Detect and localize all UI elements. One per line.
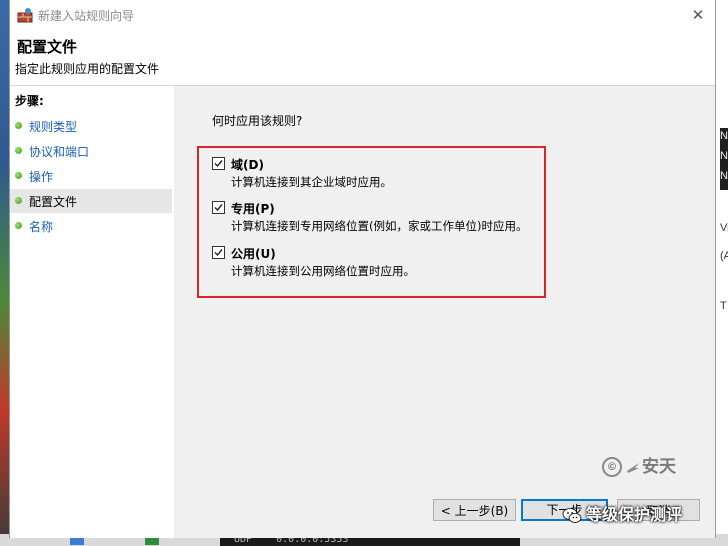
option-label: 专用(P) bbox=[231, 202, 275, 216]
background-glyph: T bbox=[720, 300, 727, 312]
domain-checkbox[interactable] bbox=[212, 157, 225, 170]
step-item-profile[interactable]: 配置文件 bbox=[10, 189, 172, 213]
copyright-mark: © bbox=[602, 457, 622, 477]
main-pane: 何时应用该规则? 域(D) 计算机连接到其企业域时应用。 专用(P) 计算机连接… bbox=[176, 86, 715, 538]
option-description: 计算机连接到其企业域时应用。 bbox=[231, 175, 392, 189]
page-title: 配置文件 bbox=[17, 38, 78, 56]
step-item-protocol-ports[interactable]: 协议和端口 bbox=[10, 139, 172, 163]
background-glyph: N bbox=[720, 170, 728, 182]
wechat-icon bbox=[562, 507, 582, 523]
green-dot-icon bbox=[15, 222, 22, 229]
background-glyph: N bbox=[720, 130, 728, 142]
step-label: 规则类型 bbox=[29, 120, 78, 134]
background-glyph: (A bbox=[720, 250, 728, 262]
new-inbound-rule-wizard-window: 新建入站规则向导 ✕ 配置文件 指定此规则应用的配置文件 步骤: 规则类型 协议… bbox=[9, 0, 716, 538]
title-bar[interactable]: 新建入站规则向导 ✕ bbox=[10, 0, 715, 30]
watermark-brand: 安天 bbox=[642, 457, 676, 477]
wechat-overlay-watermark: 等级保护测评 bbox=[562, 501, 682, 525]
wechat-account-name: 等级保护测评 bbox=[586, 505, 683, 524]
steps-heading: 步骤: bbox=[15, 94, 44, 108]
desktop-background-right: N N N Vi (A T bbox=[716, 0, 728, 546]
profile-options-highlight: 域(D) 计算机连接到其企业域时应用。 专用(P) 计算机连接到专用网络位置(例… bbox=[197, 146, 546, 298]
step-item-name[interactable]: 名称 bbox=[10, 214, 172, 238]
green-dot-icon bbox=[15, 147, 22, 154]
page-subtitle: 指定此规则应用的配置文件 bbox=[15, 62, 160, 76]
option-label: 域(D) bbox=[231, 158, 264, 172]
checkmark-icon bbox=[214, 160, 223, 168]
step-label: 配置文件 bbox=[29, 195, 78, 209]
desktop-background-left bbox=[0, 0, 9, 546]
option-label: 公用(U) bbox=[231, 247, 276, 261]
step-item-action[interactable]: 操作 bbox=[10, 164, 172, 188]
option-description: 计算机连接到专用网络位置(例如，家或工作单位)时应用。 bbox=[231, 219, 528, 233]
green-dot-icon bbox=[15, 122, 22, 129]
steps-pane: 步骤: 规则类型 协议和端口 操作 配置文件 名称 bbox=[10, 86, 174, 538]
step-label: 操作 bbox=[29, 170, 54, 184]
public-checkbox[interactable] bbox=[212, 246, 225, 259]
step-label: 协议和端口 bbox=[29, 145, 90, 159]
background-glyph: Vi bbox=[720, 222, 728, 234]
private-checkbox[interactable] bbox=[212, 201, 225, 214]
antiy-swoosh-icon bbox=[627, 463, 639, 473]
option-description: 计算机连接到公用网络位置时应用。 bbox=[231, 264, 415, 278]
antiy-watermark: © 安天 bbox=[602, 452, 676, 477]
question-text: 何时应用该规则? bbox=[212, 114, 303, 128]
step-label: 名称 bbox=[29, 220, 54, 234]
checkmark-icon bbox=[214, 204, 223, 212]
background-glyph: N bbox=[720, 150, 728, 162]
step-item-rule-type[interactable]: 规则类型 bbox=[10, 114, 172, 138]
close-icon[interactable]: ✕ bbox=[685, 2, 711, 28]
green-dot-icon bbox=[15, 172, 22, 179]
window-title: 新建入站规则向导 bbox=[38, 9, 135, 23]
wizard-header: 配置文件 指定此规则应用的配置文件 bbox=[10, 30, 715, 86]
back-button[interactable]: < 上一步(B) bbox=[433, 499, 516, 521]
green-dot-icon bbox=[15, 197, 22, 204]
checkmark-icon bbox=[214, 249, 223, 257]
firewall-wizard-icon bbox=[17, 8, 33, 23]
